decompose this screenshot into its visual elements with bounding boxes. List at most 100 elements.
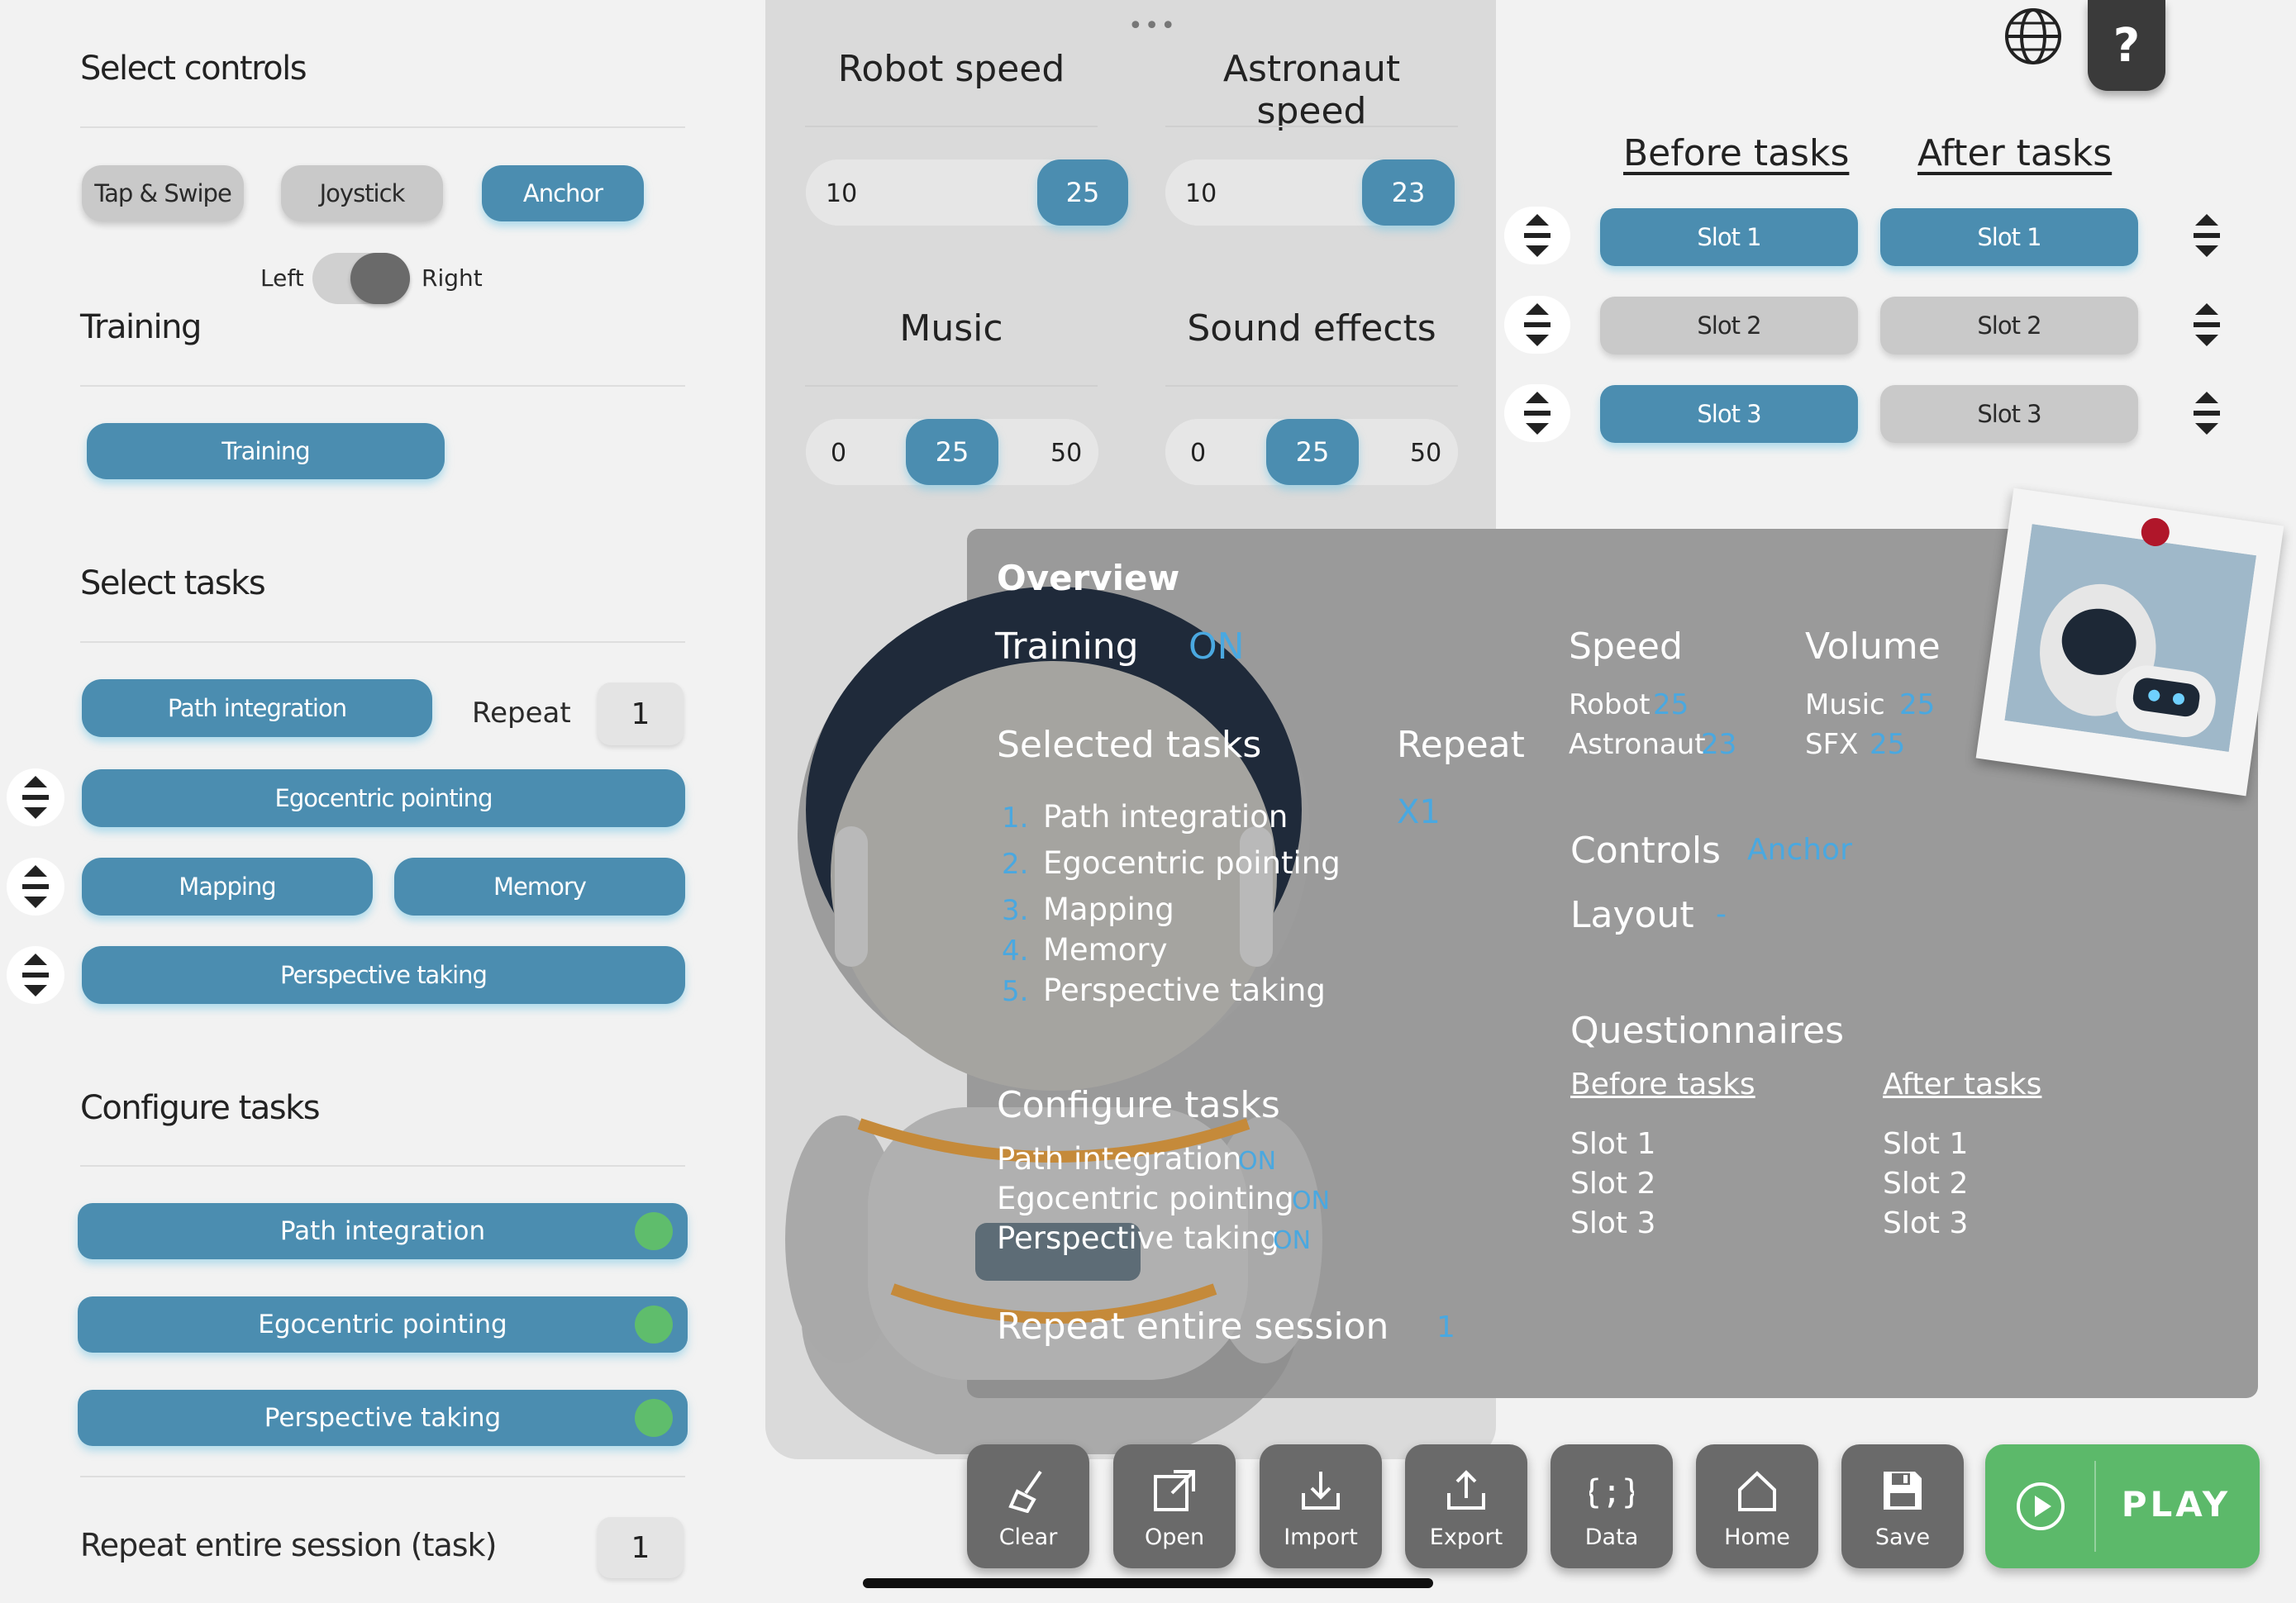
- slider-knob[interactable]: 25: [1266, 419, 1359, 485]
- repeat-input[interactable]: 1: [598, 683, 684, 745]
- home-label: Home: [1724, 1525, 1790, 1550]
- sound-effects-slider[interactable]: 0 25 50: [1165, 419, 1458, 485]
- overview-astronaut-label: Astronaut: [1569, 728, 1706, 761]
- overview-layout-label: Layout: [1570, 894, 1694, 936]
- save-button[interactable]: Save: [1841, 1444, 1964, 1568]
- reorder-handle[interactable]: [7, 858, 64, 916]
- data-button[interactable]: {;} Data: [1551, 1444, 1673, 1568]
- after-slot-1-button[interactable]: Slot 1: [1880, 208, 2138, 266]
- clear-label: Clear: [998, 1525, 1058, 1550]
- divider: [2094, 1461, 2096, 1552]
- export-button[interactable]: Export: [1405, 1444, 1527, 1568]
- overview-volume-title: Volume: [1805, 626, 1941, 668]
- before-slot-1-button[interactable]: Slot 1: [1600, 208, 1858, 266]
- after-slot-2-button[interactable]: Slot 2: [1880, 297, 2138, 354]
- slider-knob[interactable]: 23: [1362, 159, 1455, 226]
- slider-knob[interactable]: 25: [906, 419, 998, 485]
- open-label: Open: [1144, 1525, 1205, 1550]
- overview-task-item: Egocentric pointing: [1043, 845, 1341, 881]
- task-egocentric-pointing-button[interactable]: Egocentric pointing: [82, 769, 685, 827]
- slider-knob[interactable]: 25: [1037, 159, 1128, 226]
- reorder-icon: [22, 776, 49, 819]
- robot-speed-slider[interactable]: 10 25: [806, 159, 1128, 226]
- control-tap-swipe-button[interactable]: Tap & Swipe: [82, 165, 244, 221]
- reorder-handle[interactable]: [2174, 296, 2240, 354]
- divider: [1165, 385, 1458, 387]
- slider-min-label: 0: [831, 439, 847, 468]
- left-right-toggle[interactable]: [312, 253, 410, 304]
- control-joystick-button[interactable]: Joystick: [281, 165, 443, 221]
- divider: [805, 385, 1098, 387]
- reorder-icon: [1524, 392, 1551, 435]
- before-tasks-header: Before tasks: [1623, 132, 1850, 174]
- divider: [80, 1476, 685, 1477]
- reorder-handle[interactable]: [1504, 207, 1570, 264]
- astronaut-speed-slider[interactable]: 10 23: [1165, 159, 1455, 226]
- pinned-photo: [1975, 488, 2284, 797]
- before-slot-2-button[interactable]: Slot 2: [1600, 297, 1858, 354]
- reorder-icon: [2194, 392, 2220, 435]
- help-button[interactable]: ?: [2088, 0, 2165, 91]
- repeat-session-input[interactable]: 1: [598, 1517, 684, 1578]
- divider: [80, 1165, 685, 1167]
- task-number: 1.: [1002, 802, 1029, 835]
- open-button[interactable]: Open: [1113, 1444, 1236, 1568]
- task-mapping-button[interactable]: Mapping: [82, 858, 373, 916]
- task-memory-button[interactable]: Memory: [394, 858, 685, 916]
- import-button[interactable]: Import: [1260, 1444, 1382, 1568]
- reorder-handle[interactable]: [1504, 384, 1570, 442]
- home-icon: [1738, 1471, 1776, 1511]
- overview-astronaut-value: 23: [1701, 728, 1737, 761]
- home-button[interactable]: Home: [1696, 1444, 1818, 1568]
- reorder-handle[interactable]: [2174, 207, 2240, 264]
- slider-min-label: 10: [1185, 179, 1217, 208]
- repeat-label: Repeat: [472, 697, 571, 730]
- repeat-session-label: Repeat entire session (task): [80, 1527, 497, 1563]
- configure-path-integration-button[interactable]: Path integration: [78, 1203, 688, 1259]
- slider-max-label: 50: [1050, 439, 1083, 468]
- open-external-icon: [1154, 1470, 1195, 1511]
- overview-repeat-label: Repeat: [1397, 724, 1525, 766]
- before-slot-3-button[interactable]: Slot 3: [1600, 385, 1858, 443]
- reorder-icon: [2194, 303, 2220, 346]
- reorder-icon: [1524, 214, 1551, 257]
- training-button[interactable]: Training: [87, 423, 445, 479]
- task-perspective-taking-button[interactable]: Perspective taking: [82, 946, 685, 1004]
- control-anchor-button[interactable]: Anchor: [482, 165, 644, 221]
- overview-before-tasks: Before tasks: [1570, 1068, 1755, 1101]
- after-slot-3-button[interactable]: Slot 3: [1880, 385, 2138, 443]
- reorder-icon: [1524, 303, 1551, 346]
- play-icon: [2017, 1482, 2065, 1530]
- globe-icon[interactable]: [2003, 7, 2063, 66]
- configure-item-label: Egocentric pointing: [258, 1310, 507, 1339]
- music-slider[interactable]: 0 25 50: [806, 419, 1098, 485]
- configure-perspective-taking-button[interactable]: Perspective taking: [78, 1390, 688, 1446]
- play-button[interactable]: PLAY: [1985, 1444, 2260, 1568]
- reorder-icon: [2194, 214, 2220, 257]
- overview-configure-item: Path integration: [997, 1141, 1242, 1177]
- overview-robot-label: Robot: [1569, 688, 1651, 721]
- overview-layout-value: -: [1716, 897, 1727, 931]
- drag-handle-icon[interactable]: •••: [1128, 12, 1177, 40]
- status-dot: [635, 1306, 673, 1344]
- overview-repeat-session-value: 1: [1436, 1310, 1455, 1344]
- overview-configure-item: Perspective taking: [997, 1220, 1279, 1256]
- configure-egocentric-pointing-button[interactable]: Egocentric pointing: [78, 1296, 688, 1353]
- training-title: Training: [80, 308, 202, 346]
- overview-task-item: Perspective taking: [1043, 973, 1326, 1008]
- overview-configure-title: Configure tasks: [997, 1084, 1280, 1126]
- svg-text:{;}: {;}: [1589, 1473, 1634, 1511]
- reorder-handle[interactable]: [2174, 384, 2240, 442]
- slider-min-label: 10: [826, 179, 858, 208]
- overview-task-item: Memory: [1043, 932, 1168, 968]
- overview-before-slot: Slot 2: [1570, 1167, 1656, 1201]
- reorder-handle[interactable]: [7, 768, 64, 826]
- overview-title: Overview: [997, 558, 1180, 598]
- task-path-integration-button[interactable]: Path integration: [82, 679, 432, 737]
- save-label: Save: [1874, 1525, 1931, 1550]
- reorder-handle[interactable]: [1504, 296, 1570, 354]
- overview-selected-tasks-label: Selected tasks: [997, 724, 1262, 766]
- clear-button[interactable]: Clear: [967, 1444, 1089, 1568]
- slider-max-label: 50: [1410, 439, 1442, 468]
- reorder-handle[interactable]: [7, 946, 64, 1004]
